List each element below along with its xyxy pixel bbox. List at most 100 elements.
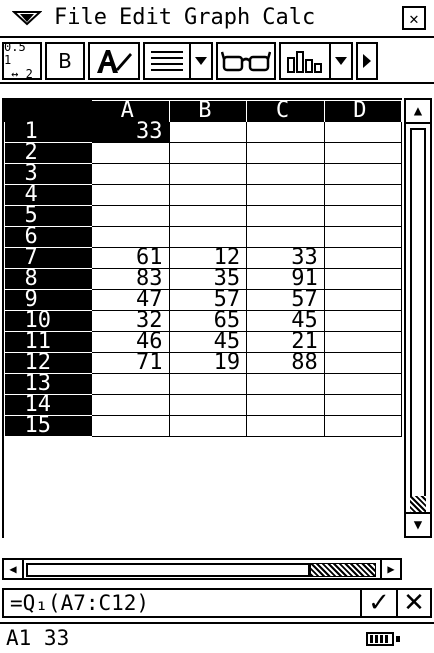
cell-c5[interactable] — [246, 205, 325, 227]
fraction-label-top: 0.5 1 — [4, 40, 26, 68]
fraction-decimal-button[interactable]: 0.5 1 ↔ 2 — [2, 40, 42, 80]
cancel-icon[interactable]: ✕ — [396, 588, 430, 618]
table-row: 8 83 35 91 — [4, 268, 402, 290]
cell-d3[interactable] — [323, 163, 402, 185]
graph-button[interactable] — [279, 42, 331, 80]
cell-a2[interactable] — [90, 142, 170, 164]
horizontal-scroll-track[interactable] — [26, 563, 310, 577]
column-header-b[interactable]: B — [169, 100, 248, 122]
cell-d6[interactable] — [323, 226, 402, 248]
cell-b14[interactable] — [168, 394, 248, 416]
bold-button[interactable]: B — [45, 42, 85, 80]
cell-d2[interactable] — [323, 142, 402, 164]
toolbar: 0.5 1 ↔ 2 B — [0, 40, 434, 84]
cell-d9[interactable] — [323, 289, 402, 311]
table-row: 11 46 45 21 — [4, 331, 402, 353]
cell-d14[interactable] — [323, 394, 402, 416]
status-text: A1 33 — [6, 626, 70, 650]
table-row: 4 — [4, 184, 402, 206]
table-row: 9 47 57 57 — [4, 289, 402, 311]
cell-c4[interactable] — [246, 184, 325, 206]
vertical-scroll-track[interactable] — [410, 128, 426, 498]
cell-b3[interactable] — [168, 163, 248, 185]
cell-b15[interactable] — [168, 415, 248, 437]
column-header-c[interactable]: C — [246, 100, 325, 122]
view-button[interactable] — [216, 42, 276, 80]
row-header-8[interactable]: 8 — [4, 268, 92, 290]
cell-b12[interactable]: 19 — [168, 352, 248, 374]
cell-b1[interactable] — [168, 121, 248, 143]
cell-d11[interactable] — [323, 331, 402, 353]
cell-c1[interactable] — [246, 121, 325, 143]
edit-pen-icon — [97, 50, 132, 73]
edit-format-button[interactable] — [88, 42, 140, 80]
horizontal-scroll-thumb[interactable] — [310, 563, 376, 577]
cell-b13[interactable] — [168, 373, 248, 395]
cell-a3[interactable] — [90, 163, 170, 185]
row-header-3[interactable]: 3 — [4, 163, 92, 185]
cell-d12[interactable] — [323, 352, 402, 374]
menu-graph[interactable]: Graph — [184, 7, 250, 29]
align-dropdown-button[interactable] — [191, 42, 213, 80]
formula-bar: =Q₁(A7:C12) ✓ ✕ — [2, 588, 432, 618]
cell-b2[interactable] — [168, 142, 248, 164]
vertical-scrollbar[interactable]: ▲ ▼ — [404, 98, 432, 538]
cell-c14[interactable] — [246, 394, 325, 416]
formula-input[interactable]: =Q₁(A7:C12) — [4, 590, 362, 616]
menu-calc[interactable]: Calc — [262, 7, 315, 29]
cell-d7[interactable] — [323, 247, 402, 269]
cell-c13[interactable] — [246, 373, 325, 395]
cell-d5[interactable] — [323, 205, 402, 227]
cell-d8[interactable] — [323, 268, 402, 290]
menu-caret-icon[interactable] — [0, 0, 54, 36]
corner-cell[interactable] — [4, 100, 92, 122]
align-button[interactable] — [143, 42, 191, 80]
cell-c2[interactable] — [246, 142, 325, 164]
row-header-2[interactable]: 2 — [4, 142, 92, 164]
graph-dropdown-button[interactable] — [331, 42, 353, 80]
scroll-up-arrow-icon[interactable]: ▲ — [406, 100, 430, 124]
table-row: 14 — [4, 394, 402, 416]
horizontal-scrollbar[interactable]: ◀ ▶ — [2, 558, 402, 580]
row-header-5[interactable]: 5 — [4, 205, 92, 227]
align-lines-icon — [151, 51, 183, 71]
row-header-4[interactable]: 4 — [4, 184, 92, 206]
cell-c3[interactable] — [246, 163, 325, 185]
cell-d1[interactable] — [323, 121, 402, 143]
cell-c15[interactable] — [246, 415, 325, 437]
menu-edit[interactable]: Edit — [119, 7, 172, 29]
battery-icon — [366, 632, 394, 646]
cell-c12[interactable]: 88 — [246, 352, 325, 374]
cell-a1[interactable]: 33 — [90, 121, 170, 143]
table-row: 5 — [4, 205, 402, 227]
check-icon[interactable]: ✓ — [362, 588, 396, 618]
column-header-d[interactable]: D — [324, 100, 402, 122]
row-header-7[interactable]: 7 — [4, 247, 92, 269]
cell-d15[interactable] — [323, 415, 402, 437]
cell-b4[interactable] — [168, 184, 248, 206]
scroll-right-arrow-icon[interactable]: ▶ — [380, 560, 400, 578]
cell-a5[interactable] — [90, 205, 170, 227]
row-header-6[interactable]: 6 — [4, 226, 92, 248]
cell-d4[interactable] — [323, 184, 402, 206]
menu-file[interactable]: File — [54, 7, 107, 29]
scroll-down-arrow-icon[interactable]: ▼ — [406, 512, 430, 536]
spreadsheet-table: A B C D 1 33 2 3 4 5 6 7 61 12 33 8 83 35 91 9 47 57 57 10 3… — [4, 100, 402, 437]
close-icon[interactable]: ✕ — [402, 6, 426, 30]
cell-a12[interactable]: 71 — [90, 352, 170, 374]
toolbar-more-button[interactable] — [356, 42, 378, 80]
cell-b5[interactable] — [168, 205, 248, 227]
status-bar: A1 33 — [0, 622, 434, 652]
cell-a4[interactable] — [90, 184, 170, 206]
row-header-15[interactable]: 15 — [4, 415, 92, 437]
cell-a14[interactable] — [90, 394, 170, 416]
battery-cap — [396, 636, 400, 642]
table-row: 3 — [4, 163, 402, 185]
cell-d13[interactable] — [323, 373, 402, 395]
cell-a15[interactable] — [90, 415, 170, 437]
cell-a13[interactable] — [90, 373, 170, 395]
row-header-1[interactable]: 1 — [4, 121, 92, 143]
spreadsheet-body: 1 33 2 3 4 5 6 7 61 12 33 8 83 35 91 9 47 57 57 10 32 65 45 11 4… — [4, 121, 402, 437]
scroll-left-arrow-icon[interactable]: ◀ — [4, 560, 24, 578]
cell-d10[interactable] — [323, 310, 402, 332]
